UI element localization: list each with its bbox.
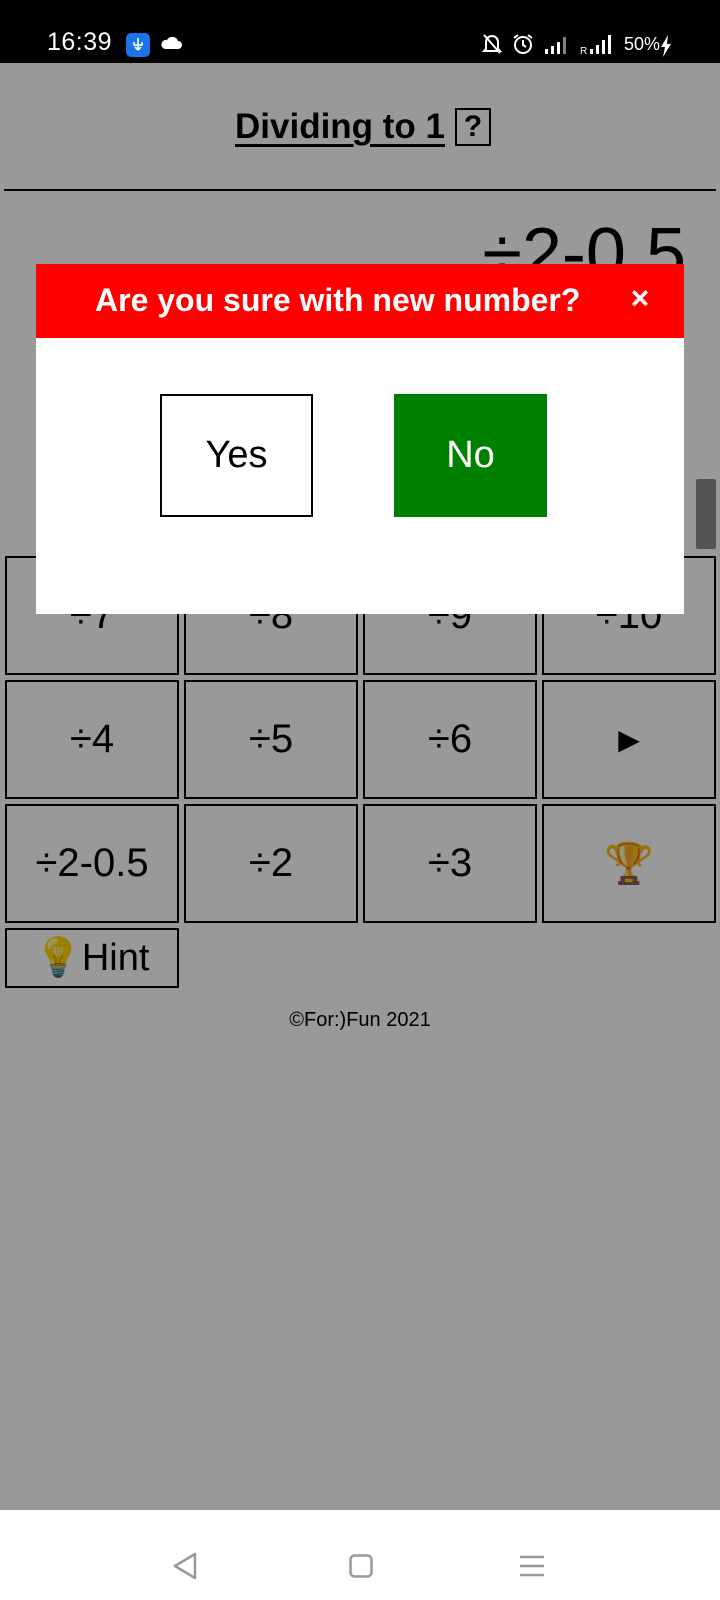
navigation-bar [0, 1510, 720, 1600]
dialog-header: Are you sure with new number? × [36, 264, 684, 338]
cloud-icon [160, 36, 182, 55]
home-icon[interactable] [349, 1554, 373, 1583]
back-icon[interactable] [172, 1552, 198, 1585]
battery-level: 50% [624, 34, 661, 54]
roaming-signal-icon: R [580, 34, 616, 61]
alarm-icon [512, 33, 534, 60]
svg-text:R: R [580, 46, 587, 56]
close-button[interactable]: × [620, 278, 660, 318]
charging-bolt-icon [660, 35, 672, 62]
status-bar: 16:39 R 50% [0, 0, 720, 63]
recents-menu-icon[interactable] [519, 1554, 545, 1583]
usb-debug-icon [126, 33, 150, 57]
mute-icon [481, 33, 503, 60]
confirm-dialog: Are you sure with new number? × Yes No [36, 264, 684, 614]
dialog-title: Are you sure with new number? [95, 282, 581, 318]
status-time: 16:39 [47, 28, 113, 56]
signal-icon [544, 35, 570, 60]
yes-button[interactable]: Yes [160, 394, 313, 517]
no-button[interactable]: No [394, 394, 547, 517]
